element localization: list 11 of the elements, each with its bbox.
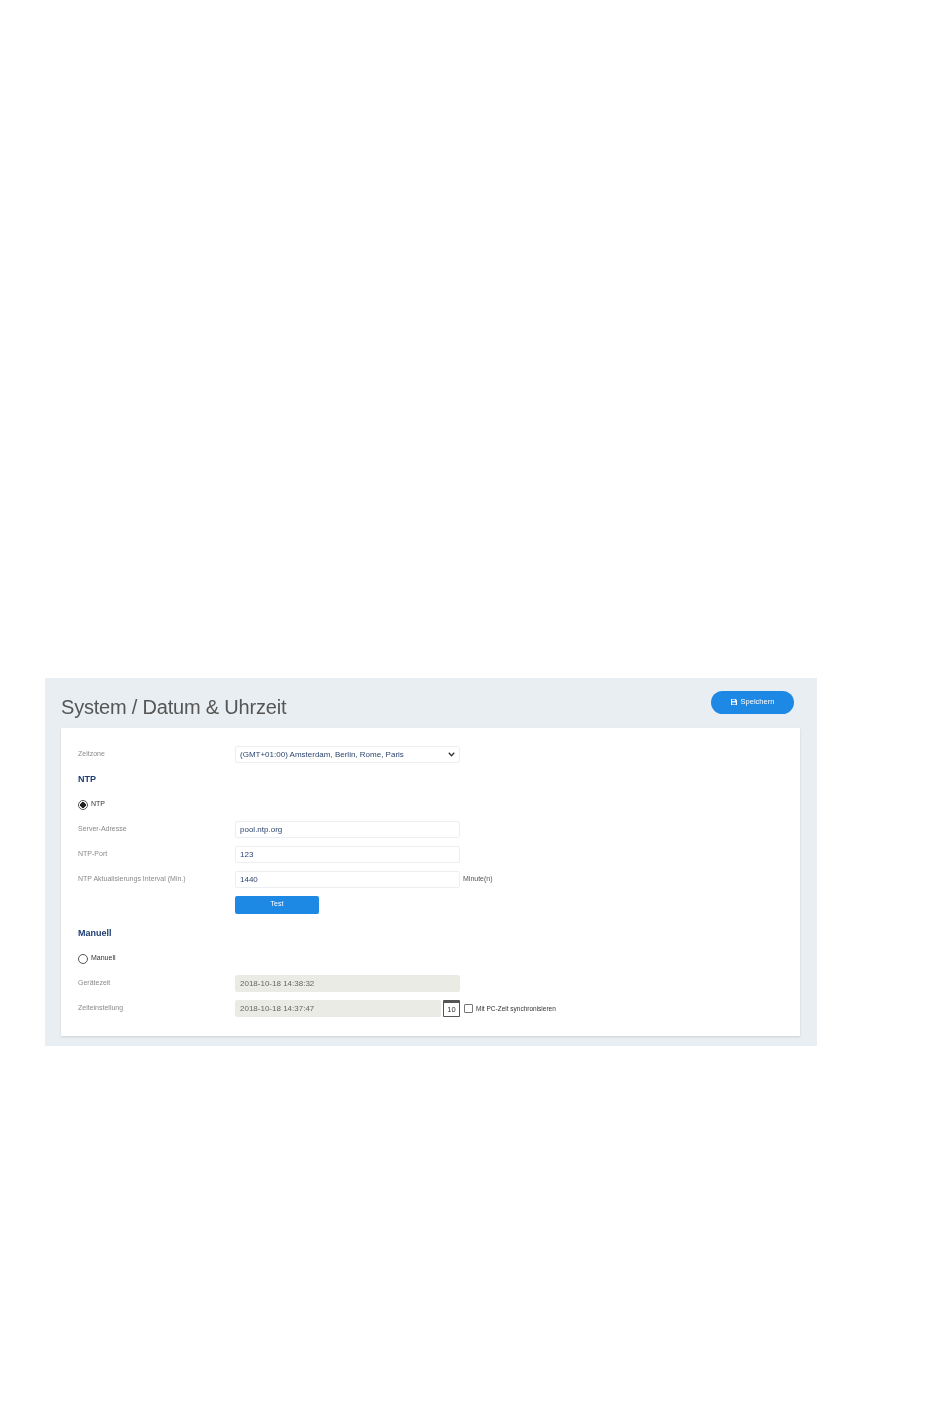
text-field[interactable]: 123 [235,846,460,863]
timezone-select[interactable]: (GMT+01:00) Amsterdam, Berlin, Rome, Paris [235,746,460,763]
section-heading: NTP [78,774,96,785]
text-field[interactable]: 1440 [235,871,460,888]
radio-button[interactable] [78,799,88,810]
section-heading: Manuell [78,928,112,939]
floppy-disk-icon [730,699,737,705]
page-title: System / Datum & Uhrzeit [61,695,287,719]
chevron-down-icon [448,752,455,757]
radio-button[interactable] [78,953,88,964]
text-field[interactable]: pool.ntp.org [235,821,460,838]
